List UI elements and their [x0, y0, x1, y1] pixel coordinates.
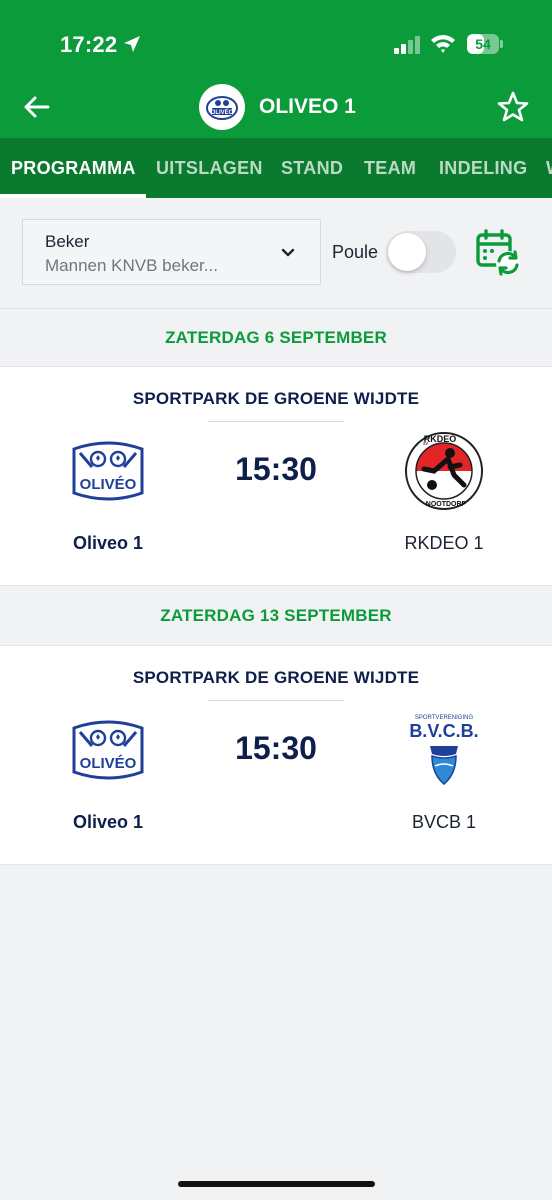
match-card[interactable]: SPORTPARK DE GROENE WIJDTE OLIVÉO 15:30 …	[0, 645, 552, 865]
select-label: Beker	[45, 232, 90, 251]
tab-stand[interactable]: STAND	[281, 138, 343, 198]
star-icon[interactable]	[496, 90, 530, 124]
away-team-name: BVCB 1	[411, 812, 477, 832]
toggle-knob	[388, 233, 426, 271]
filter-bar: Beker Mannen KNVB beker... Poule	[0, 198, 552, 308]
tab-indeling[interactable]: INDELING	[439, 138, 527, 198]
page-title: OLIVEO 1	[259, 95, 356, 118]
back-arrow-icon[interactable]	[22, 92, 52, 122]
calendar-sync-icon[interactable]	[474, 228, 524, 278]
tab-team[interactable]: TEAM	[364, 138, 416, 198]
venue-divider	[208, 700, 344, 701]
rkdeo-logo-icon: RKDEO sv NOOTDORP	[405, 432, 483, 510]
match-card[interactable]: SPORTPARK DE GROENE WIJDTE OLIVÉO 15:30 …	[0, 366, 552, 586]
away-team-name: RKDEO 1	[404, 533, 484, 553]
date-header: ZATERDAG 6 SEPTEMBER	[165, 328, 387, 347]
status-bar: 17:22 54	[0, 0, 552, 80]
select-value: Mannen KNVB beker...	[45, 256, 218, 275]
battery-tip	[500, 40, 503, 48]
match-venue: SPORTPARK DE GROENE WIJDTE	[132, 389, 420, 408]
bvcb-logo-icon: SPORTVERENIGING B.V.C.B.	[409, 715, 479, 785]
tab-programma[interactable]: PROGRAMMA	[11, 138, 136, 198]
tab-more[interactable]: W	[546, 138, 552, 198]
wifi-icon	[431, 35, 455, 53]
battery-percent: 54	[475, 36, 491, 52]
tab-bar: PROGRAMMA UITSLAGEN STAND TEAM INDELING …	[0, 138, 552, 198]
poule-label: Poule	[332, 242, 379, 262]
svg-text:RKDEO: RKDEO	[424, 434, 457, 444]
poule-toggle[interactable]	[386, 231, 456, 273]
cellular-signal-icon	[394, 36, 420, 54]
competition-select[interactable]: Beker Mannen KNVB beker...	[22, 219, 321, 285]
svg-text:sv: sv	[423, 441, 429, 447]
club-logo: OLIVÉO	[199, 84, 245, 130]
svg-text:NOOTDORP: NOOTDORP	[426, 501, 467, 508]
svg-text:OLIVÉO: OLIVÉO	[211, 108, 234, 116]
home-team-name: Oliveo 1	[72, 812, 144, 832]
match-venue: SPORTPARK DE GROENE WIJDTE	[132, 668, 420, 687]
home-indicator[interactable]	[178, 1181, 375, 1187]
svg-text:B.V.C.B.: B.V.C.B.	[409, 721, 478, 741]
chevron-down-icon	[281, 248, 295, 257]
location-arrow-icon	[124, 36, 140, 52]
battery-indicator: 54	[467, 34, 503, 54]
date-header: ZATERDAG 13 SEPTEMBER	[160, 606, 392, 625]
venue-divider	[208, 421, 344, 422]
status-time: 17:22	[60, 32, 118, 57]
tab-uitslagen[interactable]: UITSLAGEN	[156, 138, 263, 198]
oliveo-crest-icon: OLIVÉO	[206, 96, 238, 120]
app-header: 17:22 54 OLIVÉO OLIVEO 1	[0, 0, 552, 138]
home-team-name: Oliveo 1	[72, 533, 144, 553]
